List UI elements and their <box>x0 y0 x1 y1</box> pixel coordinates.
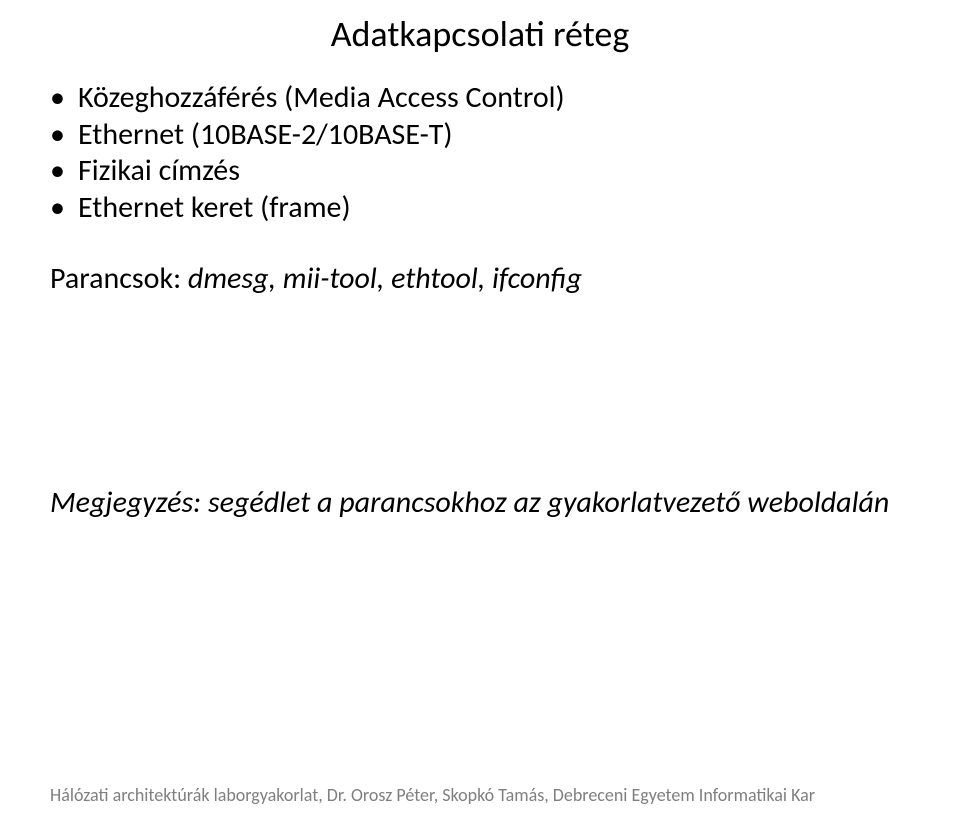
list-item: Ethernet keret (frame) <box>50 190 910 227</box>
slide-title: Adatkapcsolati réteg <box>0 12 960 56</box>
commands-line: Parancsok: dmesg, mii-tool, ethtool, ifc… <box>50 260 910 298</box>
list-item: Közeghozzáférés (Media Access Control) <box>50 80 910 117</box>
slide-page: Adatkapcsolati réteg Közeghozzáférés (Me… <box>0 0 960 828</box>
footer-text: Hálózati architektúrák laborgyakorlat, D… <box>50 784 910 806</box>
list-item: Ethernet (10BASE-2/10BASE-T) <box>50 117 910 154</box>
slide-content: Közeghozzáférés (Media Access Control) E… <box>50 80 910 521</box>
bullet-list: Közeghozzáférés (Media Access Control) E… <box>50 80 910 226</box>
commands-list-text: dmesg, mii-tool, ethtool, ifconfig <box>188 260 582 297</box>
note-text: Megjegyzés: segédlet a parancsokhoz az g… <box>50 484 910 522</box>
commands-label: Parancsok: <box>50 260 181 297</box>
list-item: Fizikai címzés <box>50 153 910 190</box>
